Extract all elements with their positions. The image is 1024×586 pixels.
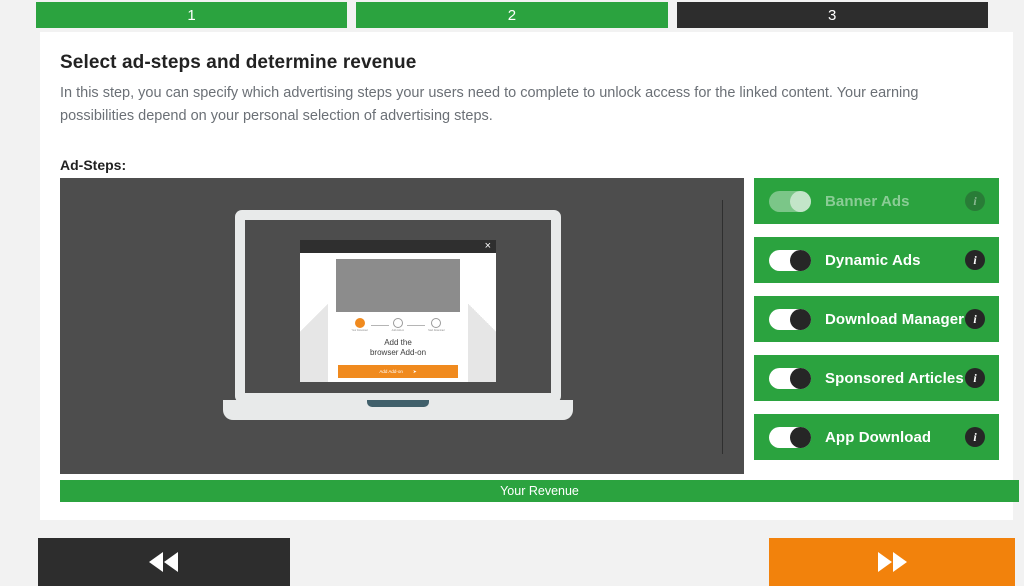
page-title: Select ad-steps and determine revenue [60, 52, 417, 73]
toggle-knob [790, 249, 811, 271]
modal-step-3: Start Download [428, 318, 445, 333]
main-card: Select ad-steps and determine revenue In… [40, 32, 1019, 520]
adstep-row-download-manager[interactable]: Download Manager i [754, 296, 999, 342]
next-step-button[interactable] [769, 538, 1015, 586]
step-indicator-1[interactable]: 1 [36, 2, 348, 28]
fast-forward-icon [878, 552, 907, 572]
ad-preview-panel: × Your Download Add Add-on Start Downloa… [60, 178, 744, 474]
close-icon[interactable]: × [485, 241, 491, 252]
modal-step-3-caption: Start Download [428, 329, 445, 332]
page-description: In this step, you can specify which adve… [60, 85, 919, 124]
laptop-notch [367, 400, 429, 407]
step-dot-icon [354, 318, 365, 328]
step-progress-bar: 1 2 3 [0, 0, 1024, 30]
adstep-row-sponsored-articles[interactable]: Sponsored Articles i [754, 355, 999, 401]
modal-thumbnail-image [336, 259, 460, 312]
preview-scrollbar[interactable] [722, 200, 723, 454]
revenue-bar: Your Revenue [60, 480, 1019, 502]
toggle-knob [790, 308, 811, 330]
adstep-label-download-manager: Download Manager [825, 310, 965, 328]
arrow-right-icon: ➤ [412, 368, 417, 374]
stepper-divider [370, 325, 389, 326]
adstep-row-dynamic-ads[interactable]: Dynamic Ads i [754, 237, 999, 283]
revenue-bar-label: Your Revenue [500, 484, 579, 498]
adstep-label-sponsored-articles: Sponsored Articles [825, 369, 964, 387]
check-circle-icon [431, 318, 442, 328]
modal-content: Your Download Add Add-on Start Download … [328, 253, 468, 382]
info-icon[interactable]: i [965, 427, 985, 447]
rewind-icon [149, 552, 178, 572]
adstep-toggle-app-download[interactable] [769, 426, 811, 448]
modal-heading: Add the browser Add-on [336, 338, 460, 358]
toggle-knob [790, 426, 811, 448]
adsteps-toggle-list: Banner Ads i Dynamic Ads i Download Mana… [754, 178, 999, 473]
info-icon[interactable]: i [965, 368, 985, 388]
adstep-toggle-banner-ads[interactable] [769, 190, 811, 212]
adstep-toggle-dynamic-ads[interactable] [769, 249, 811, 271]
adstep-row-banner-ads[interactable]: Banner Ads i [754, 178, 999, 224]
modal-stepper: Your Download Add Add-on Start Download [336, 318, 460, 333]
modal-titlebar: × [300, 240, 496, 253]
modal-body: Your Download Add Add-on Start Download … [300, 253, 496, 382]
adstep-label-app-download: App Download [825, 428, 932, 446]
toggle-knob [790, 190, 811, 212]
adsteps-label: Ad-Steps: [60, 157, 127, 173]
modal-heading-line2: browser Add-on [369, 348, 427, 357]
modal-step-2-caption: Add Add-on [391, 329, 405, 332]
step-indicator-3[interactable]: 3 [676, 2, 988, 28]
stepper-divider [407, 325, 426, 326]
add-addon-button[interactable]: Add Add-on ➤ [338, 365, 458, 378]
modal-step-2: Add Add-on [391, 318, 405, 333]
laptop-lid: × Your Download Add Add-on Start Downloa… [235, 210, 561, 403]
info-icon[interactable]: i [965, 309, 985, 329]
previous-step-button[interactable] [38, 538, 290, 586]
laptop-screen: × Your Download Add Add-on Start Downloa… [245, 220, 551, 393]
info-icon[interactable]: i [965, 191, 985, 211]
modal-step-1-caption: Your Download [351, 329, 368, 332]
info-icon[interactable]: i [965, 250, 985, 270]
toggle-knob [790, 367, 811, 389]
adstep-label-dynamic-ads: Dynamic Ads [825, 251, 921, 269]
modal-heading-line1: Add the [384, 338, 412, 347]
step-indicator-2[interactable]: 2 [356, 2, 668, 28]
adstep-label-banner-ads: Banner Ads [825, 192, 910, 210]
modal-step-1: Your Download [352, 318, 368, 333]
step-dot-icon [392, 318, 403, 328]
add-addon-button-label: Add Add-on [379, 369, 403, 374]
adstep-toggle-download-manager[interactable] [769, 308, 811, 330]
adstep-row-app-download[interactable]: App Download i [754, 414, 999, 460]
addon-modal: × Your Download Add Add-on Start Downloa… [300, 240, 496, 382]
adstep-toggle-sponsored-articles[interactable] [769, 367, 811, 389]
laptop-mockup: × Your Download Add Add-on Start Downloa… [223, 210, 573, 438]
